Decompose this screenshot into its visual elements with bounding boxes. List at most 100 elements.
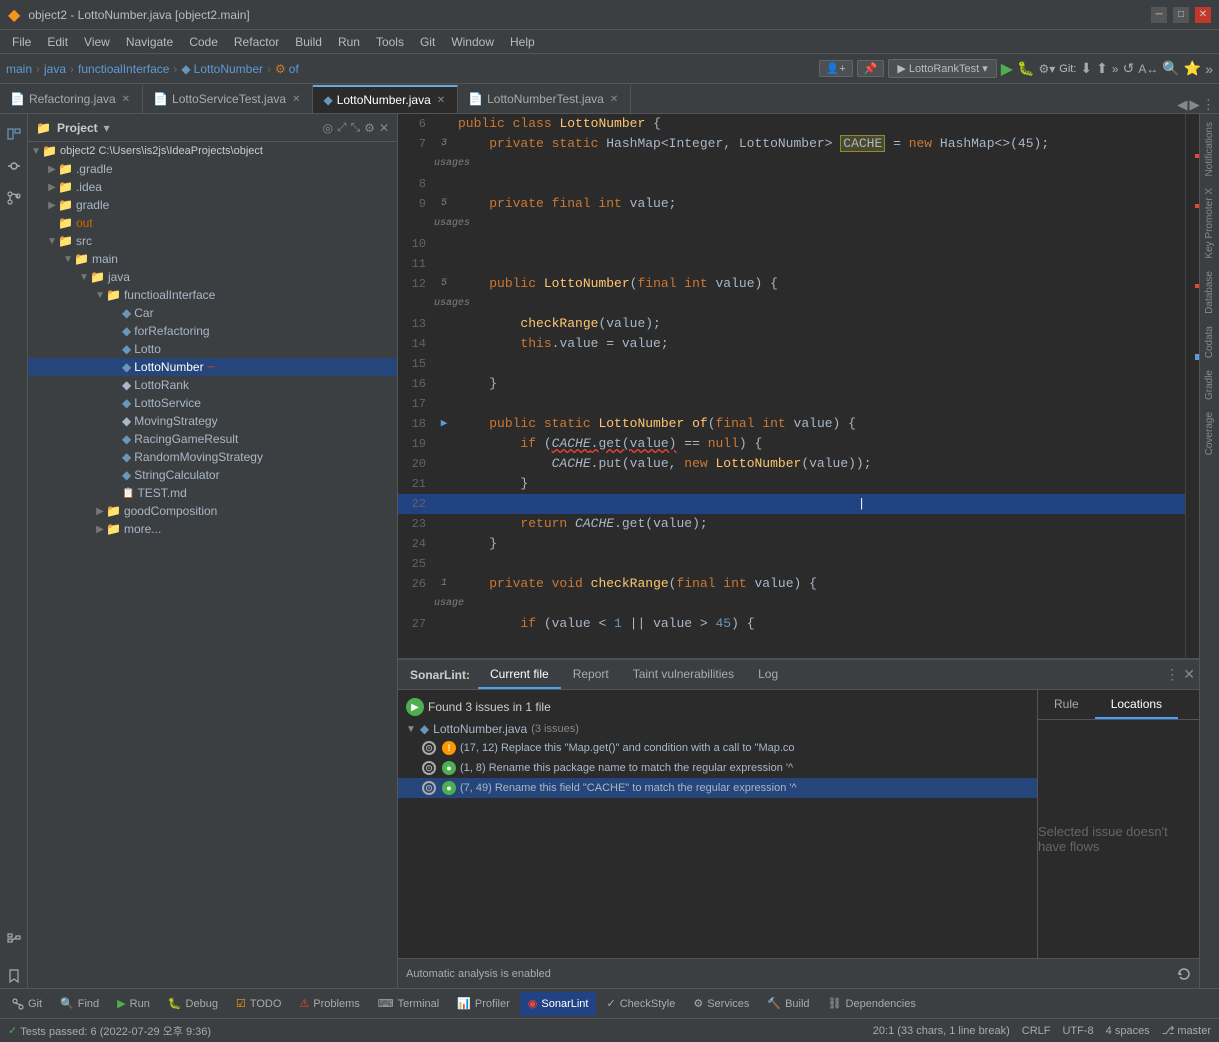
- git-branch-indicator[interactable]: ⎇ master: [1162, 1024, 1211, 1037]
- pin-button[interactable]: 📌: [857, 60, 885, 77]
- more-actions-button[interactable]: »: [1205, 61, 1213, 77]
- tool-debug[interactable]: 🐛 Debug: [160, 992, 226, 1016]
- tab-lottoservice-test[interactable]: 📄 LottoServiceTest.java ✕: [143, 85, 313, 113]
- tree-row-randommovingstrategy[interactable]: ▶ ◆ RandomMovingStrategy: [28, 448, 397, 466]
- sidebar-dropdown[interactable]: ▾: [104, 121, 110, 135]
- menu-run[interactable]: Run: [330, 33, 368, 51]
- git-push-button[interactable]: ⬆: [1096, 60, 1108, 77]
- tab-lottonumber-test[interactable]: 📄 LottoNumberTest.java ✕: [458, 85, 631, 113]
- commit-icon[interactable]: [2, 154, 26, 178]
- git-update-button[interactable]: ⬇: [1080, 60, 1092, 77]
- minimize-button[interactable]: ─: [1151, 7, 1167, 23]
- sidebar-close-button[interactable]: ✕: [379, 120, 389, 135]
- close-icon[interactable]: ✕: [608, 94, 620, 105]
- tab-scroll-right[interactable]: ▶: [1189, 97, 1199, 113]
- run-config-selector[interactable]: ▶ LottoRankTest ▾: [888, 59, 996, 78]
- tree-row-idea[interactable]: ▶ 📁 .idea: [28, 178, 397, 196]
- gradle-icon[interactable]: Gradle: [1202, 366, 1217, 404]
- close-icon[interactable]: ✕: [120, 94, 132, 105]
- menu-git[interactable]: Git: [412, 33, 443, 51]
- panel-close-button[interactable]: ✕: [1183, 666, 1195, 683]
- tree-row-lotto[interactable]: ▶ ◆ Lotto: [28, 340, 397, 358]
- issue-item-3[interactable]: ⊙ ● (7, 49) Rename this field "CACHE" to…: [398, 778, 1037, 798]
- tab-scroll-left[interactable]: ◀: [1177, 97, 1187, 113]
- close-icon[interactable]: ✕: [435, 95, 447, 106]
- more-run-button[interactable]: ⚙▾: [1039, 62, 1056, 76]
- breadcrumb-method[interactable]: ⚙ of: [275, 62, 299, 76]
- tool-todo[interactable]: ☑ TODO: [228, 992, 289, 1016]
- tab-taint-vuln[interactable]: Taint vulnerabilities: [621, 661, 746, 689]
- tool-git[interactable]: Git: [4, 992, 50, 1016]
- tree-row-goodcomposition[interactable]: ▶ 📁 goodComposition: [28, 502, 397, 520]
- breadcrumb-main[interactable]: main: [6, 62, 32, 76]
- locations-tab[interactable]: Locations: [1095, 691, 1178, 719]
- tool-terminal[interactable]: ⌨ Terminal: [370, 992, 447, 1016]
- settings-button[interactable]: ⭐: [1184, 60, 1201, 77]
- menu-navigate[interactable]: Navigate: [118, 33, 181, 51]
- tool-services[interactable]: ⚙ Services: [685, 992, 757, 1016]
- codata-icon[interactable]: Codata: [1202, 322, 1217, 362]
- menu-code[interactable]: Code: [181, 33, 226, 51]
- breadcrumb-interface[interactable]: functioalInterface: [78, 62, 169, 76]
- rule-tab[interactable]: Rule: [1038, 691, 1095, 719]
- tree-row-lottonumber[interactable]: ▶ ◆ LottoNumber ─: [28, 358, 397, 376]
- panel-more-button[interactable]: ⋮: [1165, 666, 1179, 683]
- coverage-icon[interactable]: Coverage: [1202, 408, 1217, 459]
- menu-file[interactable]: File: [4, 33, 39, 51]
- tab-log[interactable]: Log: [746, 661, 790, 689]
- git-more-button[interactable]: »: [1112, 62, 1119, 76]
- tool-problems[interactable]: ⚠ Problems: [291, 992, 367, 1016]
- tool-run[interactable]: ▶ Run: [109, 992, 158, 1016]
- tree-row-stringcalculator[interactable]: ▶ ◆ StringCalculator: [28, 466, 397, 484]
- menu-build[interactable]: Build: [287, 33, 330, 51]
- translate-button[interactable]: A↔: [1138, 62, 1158, 76]
- tab-refactoring[interactable]: 📄 Refactoring.java ✕: [0, 85, 143, 113]
- tool-checkstyle[interactable]: ✓ CheckStyle: [598, 992, 683, 1016]
- issue-file-row[interactable]: ▼ ◆ LottoNumber.java (3 issues): [398, 720, 1037, 738]
- undo-button[interactable]: ↺: [1123, 60, 1135, 77]
- key-promoter-icon[interactable]: Key Promoter X: [1202, 184, 1217, 263]
- tool-profiler[interactable]: 📊 Profiler: [449, 992, 518, 1016]
- tree-row-forrefactoring[interactable]: ▶ ◆ forRefactoring: [28, 322, 397, 340]
- notifications-icon[interactable]: Notifications: [1202, 118, 1217, 180]
- database-icon[interactable]: Database: [1202, 267, 1217, 318]
- tree-row-java-folder[interactable]: ▼ 📁 java: [28, 268, 397, 286]
- debug-button[interactable]: 🐛: [1017, 60, 1034, 77]
- tree-row-gradle2[interactable]: ▶ 📁 gradle: [28, 196, 397, 214]
- issue-item-2[interactable]: ⊙ ● (1, 8) Rename this package name to m…: [398, 758, 1037, 778]
- tool-find[interactable]: 🔍 Find: [52, 992, 107, 1016]
- tree-row-functional-interface[interactable]: ▼ 📁 functioalInterface: [28, 286, 397, 304]
- tab-more[interactable]: ⋮: [1202, 97, 1215, 113]
- maximize-button[interactable]: □: [1173, 7, 1189, 23]
- breadcrumb-class[interactable]: ◆ LottoNumber: [181, 62, 263, 76]
- tree-row-lottorank[interactable]: ▶ ◆ LottoRank: [28, 376, 397, 394]
- tab-current-file[interactable]: Current file: [478, 661, 561, 689]
- structure-icon[interactable]: [2, 928, 26, 952]
- menu-view[interactable]: View: [76, 33, 118, 51]
- close-button[interactable]: ✕: [1195, 7, 1211, 23]
- menu-window[interactable]: Window: [443, 33, 502, 51]
- pull-requests-icon[interactable]: [2, 186, 26, 210]
- project-icon[interactable]: [2, 122, 26, 146]
- tab-lottonumber[interactable]: ◆ LottoNumber.java ✕: [313, 85, 458, 113]
- tree-row-more[interactable]: ▶ 📁 more...: [28, 520, 397, 538]
- code-editor[interactable]: 6 public class LottoNumber { 7 3 usages …: [398, 114, 1185, 658]
- charset-selector[interactable]: UTF-8: [1062, 1025, 1093, 1037]
- sidebar-gear-button[interactable]: ⚙: [364, 120, 375, 135]
- line-ending-selector[interactable]: CRLF: [1022, 1025, 1051, 1037]
- breadcrumb-java[interactable]: java: [44, 62, 66, 76]
- issue-item-1[interactable]: ⊙ ! (17, 12) Replace this "Map.get()" an…: [398, 738, 1037, 758]
- tree-row-src[interactable]: ▼ 📁 src: [28, 232, 397, 250]
- tree-row-gradle[interactable]: ▶ 📁 .gradle: [28, 160, 397, 178]
- tool-sonarlint[interactable]: ◉ SonarLint: [520, 992, 597, 1016]
- menu-tools[interactable]: Tools: [368, 33, 412, 51]
- tests-status[interactable]: ✓ Tests passed: 6 (2022-07-29 오후 9:36): [8, 1023, 211, 1039]
- tree-row-testmd[interactable]: ▶ 📋 TEST.md: [28, 484, 397, 502]
- indent-selector[interactable]: 4 spaces: [1106, 1025, 1150, 1037]
- menu-refactor[interactable]: Refactor: [226, 33, 287, 51]
- refresh-icon[interactable]: [1177, 967, 1191, 981]
- run-analysis-button[interactable]: ▶: [406, 698, 424, 716]
- run-button[interactable]: ▶: [1001, 59, 1013, 79]
- tree-row-car[interactable]: ▶ ◆ Car: [28, 304, 397, 322]
- tree-row-out[interactable]: ▶ 📁 out: [28, 214, 397, 232]
